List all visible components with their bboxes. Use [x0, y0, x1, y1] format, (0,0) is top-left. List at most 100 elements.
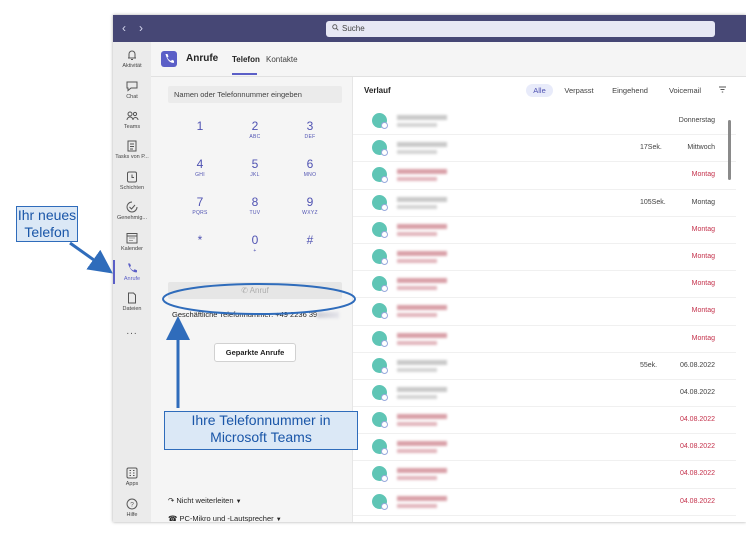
callout-new-phone-text: Ihr neues Telefon [17, 207, 77, 240]
forwarding-label: Nicht weiterleiten [176, 496, 234, 505]
call-history-row[interactable]: 17Sek. Mittwoch [353, 135, 736, 163]
contact-avatar [372, 493, 388, 510]
rail-item-teams[interactable]: Teams [113, 110, 151, 130]
contact-avatar [372, 303, 388, 320]
audio-device-dropdown[interactable]: ☎ PC-Mikro und -Lautsprecher ▼ [168, 514, 282, 522]
redacted-call-type [397, 177, 437, 182]
call-history-row[interactable]: 04.08.2022 [353, 434, 736, 462]
business-number-text: Geschäftliche Telefonnummer: +49 2236 39 [172, 310, 318, 319]
call-history-row[interactable]: Montag [353, 244, 736, 272]
tab-phone[interactable]: Telefon [232, 55, 260, 64]
call-history-row[interactable]: Montag [353, 271, 736, 299]
forwarding-dropdown[interactable]: ↷ Nicht weiterleiten ▼ [168, 496, 242, 505]
dial-key-5[interactable]: 5 JKL [235, 157, 275, 178]
call-history-row[interactable]: Donnerstag [353, 108, 736, 136]
call-history-row[interactable]: Montag [353, 298, 736, 326]
contact-avatar [372, 167, 388, 184]
scrollbar[interactable] [728, 120, 731, 180]
callout-your-number-text: Ihre Telefonnummer in Microsoft Teams [191, 412, 331, 445]
forward-icon[interactable]: › [139, 21, 143, 35]
call-history-row[interactable]: 04.08.2022 [353, 489, 736, 516]
redacted-caller [397, 359, 447, 365]
dial-key-9[interactable]: 9 WXYZ [290, 195, 330, 216]
filter-incoming[interactable]: Eingehend [607, 84, 653, 97]
redacted-call-type [397, 503, 437, 508]
history-title: Verlauf [364, 86, 391, 95]
dialer-panel: Namen oder Telefonnummer eingeben 1 2 ABC… [151, 77, 351, 522]
dial-key-2[interactable]: 2 ABC [235, 119, 275, 140]
back-icon[interactable]: ‹ [122, 21, 126, 35]
page-title: Anrufe [186, 53, 219, 64]
call-date: Montag [691, 171, 715, 179]
rail-item-calls[interactable]: Anrufe [113, 260, 151, 284]
redacted-digits [317, 312, 340, 319]
redacted-caller [397, 142, 447, 148]
rail-item-calendar[interactable]: Kalender [113, 232, 151, 252]
call-duration: 55ek. [640, 361, 658, 369]
rail-label: Anrufe [123, 276, 141, 282]
filter-missed[interactable]: Verpasst [560, 84, 598, 97]
callout-new-phone: Ihr neues Telefon [16, 206, 78, 242]
dial-key-6[interactable]: 6 MNO [290, 157, 330, 178]
headset-icon: ☎ [168, 514, 178, 522]
rail-item-apps[interactable]: Apps [113, 467, 151, 487]
call-history-row[interactable]: 04.08.2022 [353, 407, 736, 435]
dial-key-8[interactable]: 8 TUV [235, 195, 275, 216]
call-history-row[interactable]: 55ek. 06.08.2022 [353, 353, 736, 380]
call-button-label: Anruf [249, 286, 269, 295]
rail-item-tasks[interactable]: Tasks von P... [113, 140, 151, 160]
redacted-call-type [397, 340, 437, 345]
call-history-row[interactable]: 04.08.2022 [353, 380, 736, 408]
call-history-row[interactable]: Montag [353, 162, 736, 190]
rail-label: Hilfe [126, 512, 138, 518]
apps-icon [126, 467, 138, 479]
redacted-caller [397, 196, 447, 202]
redacted-caller [397, 495, 447, 501]
redacted-call-type [397, 367, 437, 372]
rail-item-shifts[interactable]: Schichten [113, 171, 151, 191]
redacted-call-type [397, 123, 437, 127]
call-date: 06.08.2022 [679, 361, 715, 369]
search-input[interactable]: Suche [326, 21, 715, 37]
dial-key-0[interactable]: 0 + [235, 233, 275, 254]
number-input[interactable]: Namen oder Telefonnummer eingeben [168, 86, 342, 103]
rail-label: Apps [125, 481, 139, 487]
dial-key-3[interactable]: 3 DEF [290, 119, 330, 140]
redacted-caller [397, 386, 447, 392]
title-bar: ‹ › Suche [113, 15, 746, 42]
tab-contacts[interactable]: Kontakte [266, 55, 298, 64]
rail-label: Schichten [119, 185, 145, 191]
rail-item-approvals[interactable]: Genehmig... [113, 201, 151, 221]
parked-calls-button[interactable]: Geparkte Anrufe [214, 343, 296, 362]
call-button[interactable]: ✆ Anruf [168, 282, 342, 299]
redacted-caller [397, 305, 447, 311]
filter-all[interactable]: Alle [526, 84, 553, 97]
dial-key-1[interactable]: 1 [180, 119, 220, 134]
rail-item-activity[interactable]: Aktivität [113, 49, 151, 69]
dial-key-hash[interactable]: # [290, 233, 330, 248]
help-icon: ? [126, 498, 138, 510]
call-history-row[interactable]: Montag [353, 326, 736, 353]
call-history-row[interactable]: Montag [353, 217, 736, 244]
filter-icon[interactable] [718, 85, 727, 94]
chevron-down-icon: ▼ [275, 517, 282, 522]
rail-item-chat[interactable]: Chat [113, 80, 151, 100]
business-number: Geschäftliche Telefonnummer: +49 2236 39 [172, 310, 340, 319]
rail-item-help[interactable]: ? Hilfe [113, 498, 151, 518]
dial-key-star[interactable]: * [180, 233, 220, 248]
call-date: Montag [691, 198, 715, 206]
rail-item-files[interactable]: Dateien [113, 292, 151, 312]
dial-key-7[interactable]: 7 PQRS [180, 195, 220, 216]
more-icon[interactable]: ... [113, 326, 151, 337]
contact-avatar [372, 439, 388, 456]
search-icon [332, 24, 339, 31]
call-history-row[interactable]: 04.08.2022 [353, 461, 736, 489]
call-date: 04.08.2022 [679, 443, 715, 451]
filter-voicemail[interactable]: Voicemail [662, 84, 708, 97]
history-panel: Verlauf Alle Verpasst Eingehend Voicemai… [352, 77, 746, 522]
redacted-call-type [397, 422, 437, 427]
call-history-row[interactable]: 105Sek. Montag [353, 190, 736, 217]
rail-label: Dateien [122, 306, 142, 312]
calls-app-icon [161, 51, 177, 67]
dial-key-4[interactable]: 4 GHI [180, 157, 220, 178]
